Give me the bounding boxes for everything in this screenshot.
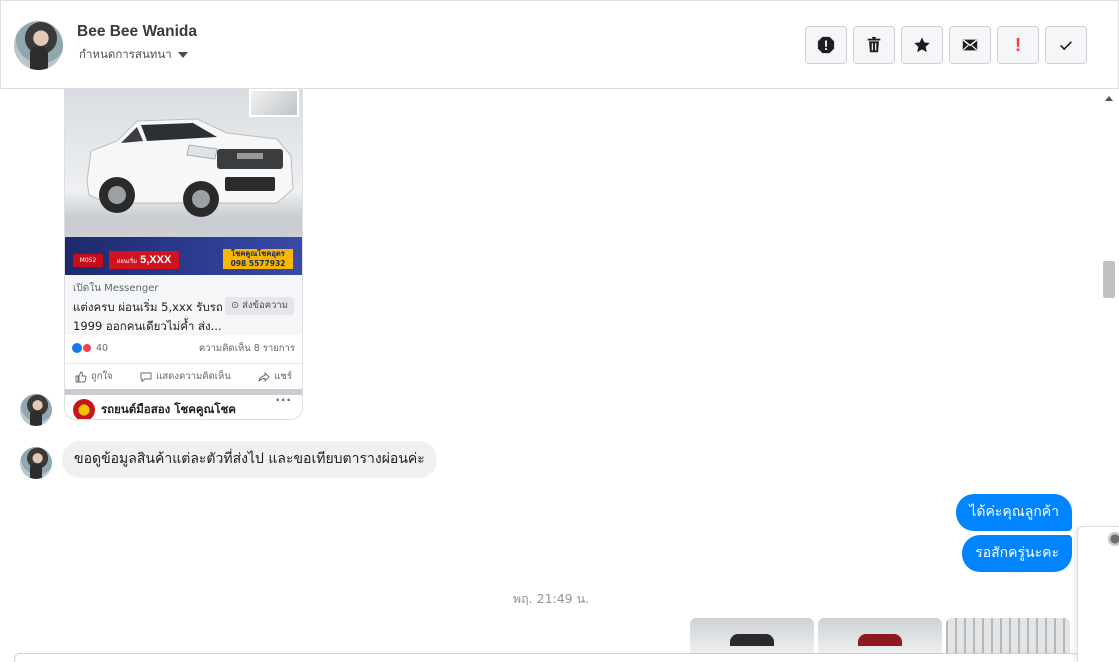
trash-icon bbox=[867, 36, 881, 53]
post-actions: ถูกใจ แสดงความคิดเห็น แชร์ bbox=[65, 363, 302, 389]
message-timestamp: พฤ. 21:49 น. bbox=[512, 591, 590, 606]
sender-avatar[interactable] bbox=[20, 394, 52, 426]
contact-name[interactable]: Bee Bee Wanida bbox=[77, 23, 197, 41]
star-button[interactable] bbox=[901, 26, 943, 64]
scroll-thumb[interactable] bbox=[1103, 261, 1115, 298]
message-composer[interactable] bbox=[14, 653, 1080, 662]
thumbs-up-icon bbox=[75, 371, 87, 382]
promo-code: M052 bbox=[73, 254, 103, 267]
reaction-count: 40 bbox=[96, 342, 109, 354]
delete-button[interactable] bbox=[853, 26, 895, 64]
follow-up-button[interactable]: ! bbox=[997, 26, 1039, 64]
page-name: รถยนต์มือสอง โชคคูณโชค bbox=[101, 402, 236, 416]
post-title[interactable]: แต่งครบ ผ่อนเริ่ม 5,xxx รับรถ 1999 ออกคน… bbox=[73, 298, 223, 336]
caret-down-icon bbox=[177, 52, 188, 58]
assign-conversation-dropdown[interactable]: กำหนดการสนทนา bbox=[79, 46, 188, 64]
mark-unread-button[interactable] bbox=[949, 26, 991, 64]
like-reaction-icon bbox=[72, 343, 82, 353]
promo-price: ผ่อนเริ่ม 5,XXX bbox=[109, 251, 179, 269]
side-panel-tab[interactable] bbox=[1077, 526, 1119, 662]
send-message-button[interactable]: ⊙ ส่งข้อความ bbox=[225, 297, 294, 315]
contact-avatar[interactable] bbox=[14, 21, 63, 70]
post-stats: 40 ความคิดเห็น 8 รายการ bbox=[65, 335, 302, 361]
post-body: เปิดใน Messenger แต่งครบ ผ่อนเริ่ม 5,xxx… bbox=[65, 275, 302, 335]
post-divider bbox=[65, 389, 302, 395]
love-reaction-icon bbox=[82, 343, 92, 353]
assign-conversation-label: กำหนดการสนทนา bbox=[79, 47, 172, 61]
reactions[interactable]: 40 bbox=[72, 343, 108, 354]
inset-photo bbox=[249, 89, 299, 117]
mark-spam-button[interactable] bbox=[805, 26, 847, 64]
promo-phone: โชคคูณโชคอุดร 098 5577932 bbox=[223, 249, 293, 269]
page-logo bbox=[73, 399, 95, 419]
promo-banner: M052 ผ่อนเริ่ม 5,XXX โชคคูณโชคอุดร 098 557… bbox=[65, 237, 302, 275]
envelope-icon bbox=[962, 39, 978, 51]
sender-avatar[interactable] bbox=[20, 447, 52, 479]
share-icon bbox=[258, 371, 270, 382]
comment-action[interactable]: แสดงความคิดเห็น bbox=[140, 369, 231, 384]
page-row[interactable]: รถยนต์มือสอง โชคคูณโชค bbox=[73, 399, 236, 419]
side-panel-avatar bbox=[1108, 532, 1119, 546]
incoming-message[interactable]: ขอดูข้อมูลสินค้าแต่ละตัวที่ส่งไป และขอเท… bbox=[62, 441, 437, 478]
comment-icon bbox=[140, 372, 152, 382]
conversation-toolbar: ! bbox=[805, 26, 1087, 64]
open-in-messenger-link[interactable]: เปิดใน Messenger bbox=[73, 281, 294, 296]
outgoing-message[interactable]: ได้ค่ะคุณลูกค้า bbox=[956, 494, 1072, 531]
comment-count[interactable]: ความคิดเห็น 8 รายการ bbox=[199, 341, 295, 356]
exclamation-icon: ! bbox=[1015, 34, 1021, 55]
outgoing-message[interactable]: รอสักครู่นะคะ bbox=[962, 535, 1072, 572]
mark-done-button[interactable] bbox=[1045, 26, 1087, 64]
scroll-up-arrow-icon[interactable] bbox=[1105, 96, 1113, 101]
message-thread[interactable]: M052 ผ่อนเริ่ม 5,XXX โชคคูณโชคอุดร 098 557… bbox=[1, 89, 1101, 662]
conversation-header: Bee Bee Wanida กำหนดการสนทนา ! bbox=[0, 0, 1119, 89]
star-icon bbox=[914, 37, 930, 53]
check-icon bbox=[1060, 41, 1072, 51]
like-action[interactable]: ถูกใจ bbox=[75, 369, 113, 384]
share-action[interactable]: แชร์ bbox=[258, 369, 292, 384]
spam-icon bbox=[817, 36, 835, 54]
shared-post-card[interactable]: M052 ผ่อนเริ่ม 5,XXX โชคคูณโชคอุดร 098 557… bbox=[64, 89, 303, 420]
post-image[interactable]: M052 ผ่อนเริ่ม 5,XXX โชคคูณโชคอุดร 098 557… bbox=[65, 89, 302, 275]
more-options-icon[interactable]: ··· bbox=[275, 393, 292, 407]
pickup-truck-image bbox=[86, 118, 294, 217]
